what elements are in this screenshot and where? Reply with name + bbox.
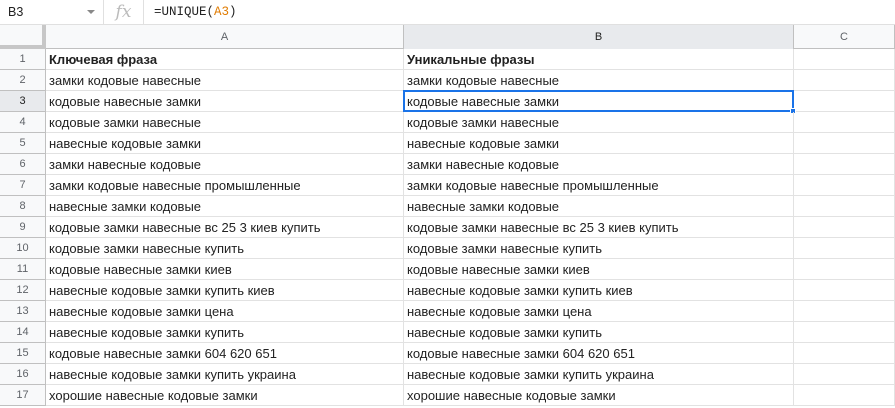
row-header[interactable]: 8 xyxy=(0,196,46,217)
table-row: 8 навесные замки кодовые навесные замки ко… xyxy=(0,196,895,217)
row-header[interactable]: 6 xyxy=(0,154,46,175)
fx-icon: fx xyxy=(104,0,144,25)
cell-c[interactable] xyxy=(794,91,895,112)
formula-suffix: ) xyxy=(229,5,237,19)
cell-c[interactable] xyxy=(794,49,895,70)
cell-b[interactable]: замки кодовые навесные промышленные xyxy=(404,175,794,196)
table-row: 13 навесные кодовые замки цена навесные ко… xyxy=(0,301,895,322)
table-row: 15 кодовые навесные замки 604 620 651 кодо… xyxy=(0,343,895,364)
cell-c[interactable] xyxy=(794,364,895,385)
cell-b[interactable]: навесные кодовые замки купить xyxy=(404,322,794,343)
cell-a[interactable]: замки кодовые навесные xyxy=(46,70,404,91)
cell-b[interactable]: навесные кодовые замки xyxy=(404,133,794,154)
row-header[interactable]: 12 xyxy=(0,280,46,301)
table-row: 16 навесные кодовые замки купить украина н… xyxy=(0,364,895,385)
column-header-c[interactable]: C xyxy=(794,25,895,49)
row-header[interactable]: 16 xyxy=(0,364,46,385)
row-header[interactable]: 7 xyxy=(0,175,46,196)
name-box-value: B3 xyxy=(8,5,24,19)
cell-b[interactable]: Уникальные фразы xyxy=(404,49,794,70)
cell-b[interactable]: хорошие навесные кодовые замки xyxy=(404,385,794,406)
cell-c[interactable] xyxy=(794,217,895,238)
cell-b[interactable]: кодовые навесные замки киев xyxy=(404,259,794,280)
cell-a[interactable]: кодовые замки навесные вс 25 3 киев купи… xyxy=(46,217,404,238)
table-row: 10 кодовые замки навесные купить кодовые з… xyxy=(0,238,895,259)
cell-b[interactable]: кодовые навесные замки xyxy=(404,91,794,112)
cell-b[interactable]: навесные кодовые замки купить украина xyxy=(404,364,794,385)
cell-a[interactable]: навесные кодовые замки купить украина xyxy=(46,364,404,385)
table-row: 4 кодовые замки навесные кодовые замки нав… xyxy=(0,112,895,133)
cell-a[interactable]: кодовые навесные замки 604 620 651 xyxy=(46,343,404,364)
cell-c[interactable] xyxy=(794,322,895,343)
cell-c[interactable] xyxy=(794,154,895,175)
cell-a[interactable]: замки навесные кодовые xyxy=(46,154,404,175)
row-header[interactable]: 5 xyxy=(0,133,46,154)
column-header-a[interactable]: A xyxy=(46,25,404,49)
table-row: 3 кодовые навесные замки кодовые навесные … xyxy=(0,91,895,112)
cell-c[interactable] xyxy=(794,280,895,301)
table-row: 6 замки навесные кодовые замки навесные ко… xyxy=(0,154,895,175)
cell-c[interactable] xyxy=(794,343,895,364)
table-row: 2 замки кодовые навесные замки кодовые нав… xyxy=(0,70,895,91)
cell-c[interactable] xyxy=(794,385,895,406)
cell-a[interactable]: хорошие навесные кодовые замки xyxy=(46,385,404,406)
cell-a[interactable]: кодовые навесные замки киев xyxy=(46,259,404,280)
row-header[interactable]: 13 xyxy=(0,301,46,322)
row-header[interactable]: 14 xyxy=(0,322,46,343)
chevron-down-icon[interactable] xyxy=(87,9,95,14)
select-all-corner[interactable] xyxy=(0,25,46,49)
cell-b[interactable]: навесные кодовые замки цена xyxy=(404,301,794,322)
cell-a[interactable]: навесные кодовые замки цена xyxy=(46,301,404,322)
cell-c[interactable] xyxy=(794,112,895,133)
formula-prefix: =UNIQUE( xyxy=(154,5,215,19)
cell-c[interactable] xyxy=(794,133,895,154)
cell-b[interactable]: кодовые замки навесные xyxy=(404,112,794,133)
row-header[interactable]: 3 xyxy=(0,91,46,112)
cell-b[interactable]: кодовые замки навесные вс 25 3 киев купи… xyxy=(404,217,794,238)
row-header[interactable]: 4 xyxy=(0,112,46,133)
cell-a[interactable]: навесные кодовые замки купить xyxy=(46,322,404,343)
cell-a[interactable]: навесные кодовые замки купить киев xyxy=(46,280,404,301)
cell-a[interactable]: кодовые замки навесные купить xyxy=(46,238,404,259)
table-row: 14 навесные кодовые замки купить навесные … xyxy=(0,322,895,343)
column-header-b[interactable]: B xyxy=(404,25,794,49)
cell-c[interactable] xyxy=(794,175,895,196)
row-header[interactable]: 2 xyxy=(0,70,46,91)
table-row: 11 кодовые навесные замки киев кодовые нав… xyxy=(0,259,895,280)
table-row: 7 замки кодовые навесные промышленные замк… xyxy=(0,175,895,196)
row-header[interactable]: 17 xyxy=(0,385,46,406)
table-row: 9 кодовые замки навесные вс 25 3 киев куп… xyxy=(0,217,895,238)
cell-a[interactable]: кодовые замки навесные xyxy=(46,112,404,133)
cell-c[interactable] xyxy=(794,238,895,259)
name-box[interactable]: B3 xyxy=(0,0,104,25)
cell-a[interactable]: замки кодовые навесные промышленные xyxy=(46,175,404,196)
cell-c[interactable] xyxy=(794,70,895,91)
cell-b[interactable]: замки навесные кодовые xyxy=(404,154,794,175)
table-row: 5 навесные кодовые замки навесные кодовые … xyxy=(0,133,895,154)
table-row: 12 навесные кодовые замки купить киев наве… xyxy=(0,280,895,301)
cell-c[interactable] xyxy=(794,301,895,322)
cell-c[interactable] xyxy=(794,259,895,280)
cell-b[interactable]: кодовые замки навесные купить xyxy=(404,238,794,259)
row-header[interactable]: 10 xyxy=(0,238,46,259)
cell-b[interactable]: навесные кодовые замки купить киев xyxy=(404,280,794,301)
cell-b[interactable]: кодовые навесные замки 604 620 651 xyxy=(404,343,794,364)
row-header[interactable]: 9 xyxy=(0,217,46,238)
table-row: 1 Ключевая фраза Уникальные фразы xyxy=(0,49,895,70)
cell-a[interactable]: Ключевая фраза xyxy=(46,49,404,70)
cell-c[interactable] xyxy=(794,196,895,217)
table-row: 17 хорошие навесные кодовые замки хорошие … xyxy=(0,385,895,406)
row-header[interactable]: 11 xyxy=(0,259,46,280)
row-header[interactable]: 1 xyxy=(0,49,46,70)
row-header[interactable]: 15 xyxy=(0,343,46,364)
column-header-row: A B C xyxy=(0,25,895,49)
formula-ref: A3 xyxy=(214,5,230,19)
formula-input[interactable]: =UNIQUE(A3) xyxy=(144,5,237,19)
formula-bar: B3 fx =UNIQUE(A3) xyxy=(0,0,895,25)
cell-a[interactable]: навесные замки кодовые xyxy=(46,196,404,217)
cell-b[interactable]: навесные замки кодовые xyxy=(404,196,794,217)
cell-b[interactable]: замки кодовые навесные xyxy=(404,70,794,91)
cell-a[interactable]: навесные кодовые замки xyxy=(46,133,404,154)
cell-a[interactable]: кодовые навесные замки xyxy=(46,91,404,112)
